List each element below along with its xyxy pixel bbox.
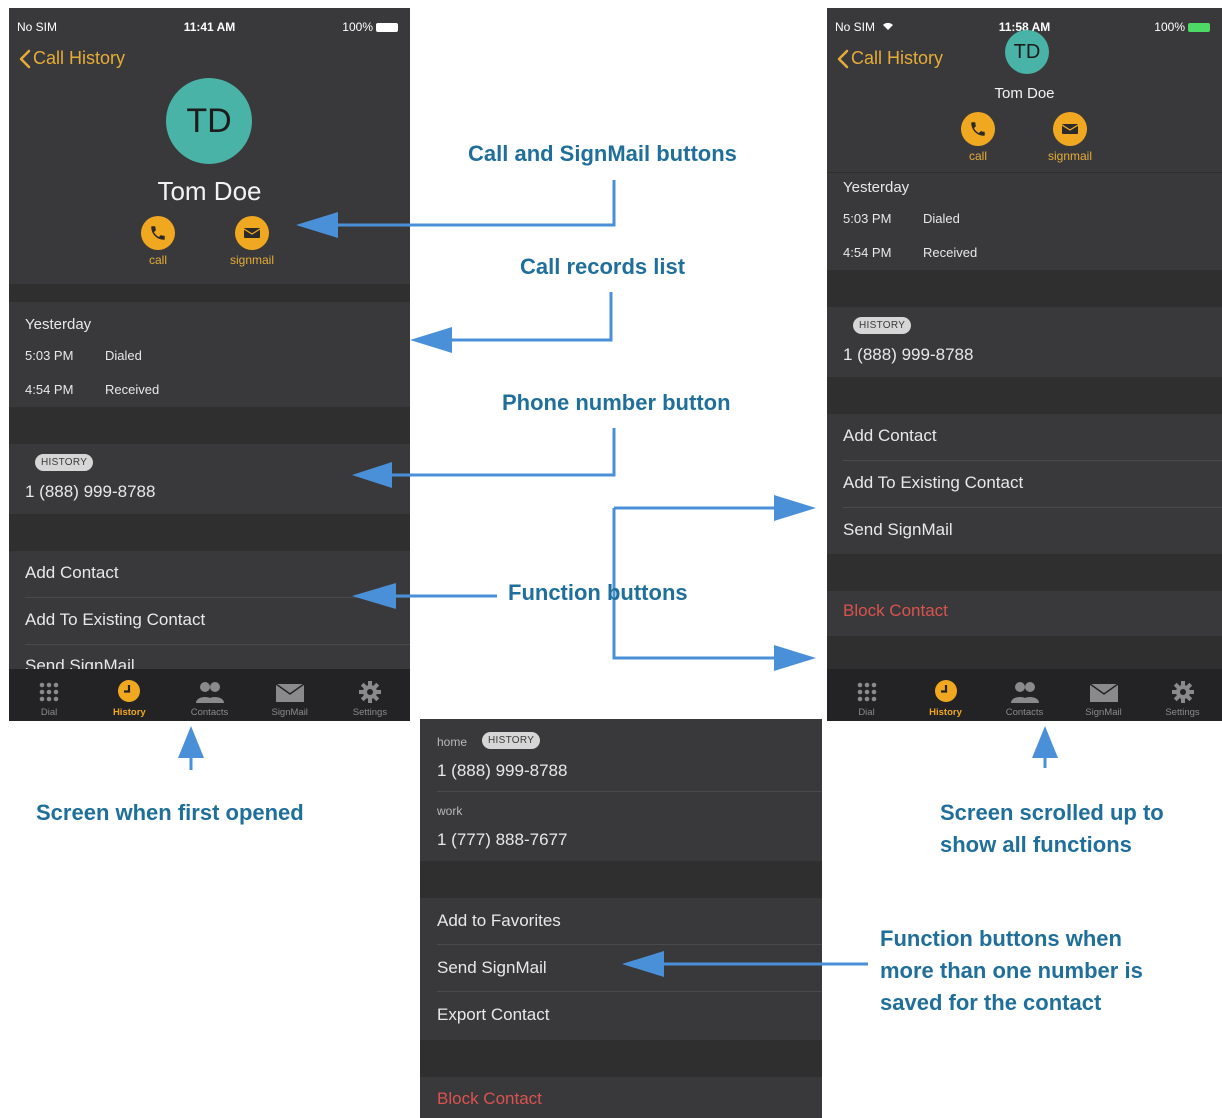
annotation-scrolled-line: show all functions xyxy=(940,832,1132,857)
annotation-function-buttons: Function buttons xyxy=(508,580,688,605)
annotation-multi-line: more than one number is xyxy=(880,958,1143,983)
arrowhead xyxy=(352,462,392,488)
callout-line-call-signmail xyxy=(336,180,616,227)
annotation-scrolled-line: Screen scrolled up to xyxy=(940,800,1164,825)
annotation-first-opened: Screen when first opened xyxy=(36,800,304,825)
annotation-multi-line: Function buttons when xyxy=(880,926,1122,951)
callout-line-phone-number xyxy=(388,428,616,477)
callout-line-call-records xyxy=(448,292,613,342)
annotation-phone-number: Phone number button xyxy=(502,390,731,415)
arrowhead xyxy=(296,212,338,238)
arrowhead xyxy=(774,495,816,521)
annotation-multi-number: Function buttons when more than one numb… xyxy=(880,923,1143,1019)
arrowhead xyxy=(774,645,816,671)
annotation-multi-line: saved for the contact xyxy=(880,990,1102,1015)
arrowhead xyxy=(352,583,396,609)
arrowhead xyxy=(622,951,664,977)
annotation-call-signmail: Call and SignMail buttons xyxy=(468,141,737,166)
arrowhead xyxy=(1032,726,1058,758)
arrowhead xyxy=(410,327,452,353)
arrowhead xyxy=(178,726,204,758)
annotation-scrolled: Screen scrolled up to show all functions xyxy=(940,797,1164,861)
annotation-call-records: Call records list xyxy=(520,254,686,279)
